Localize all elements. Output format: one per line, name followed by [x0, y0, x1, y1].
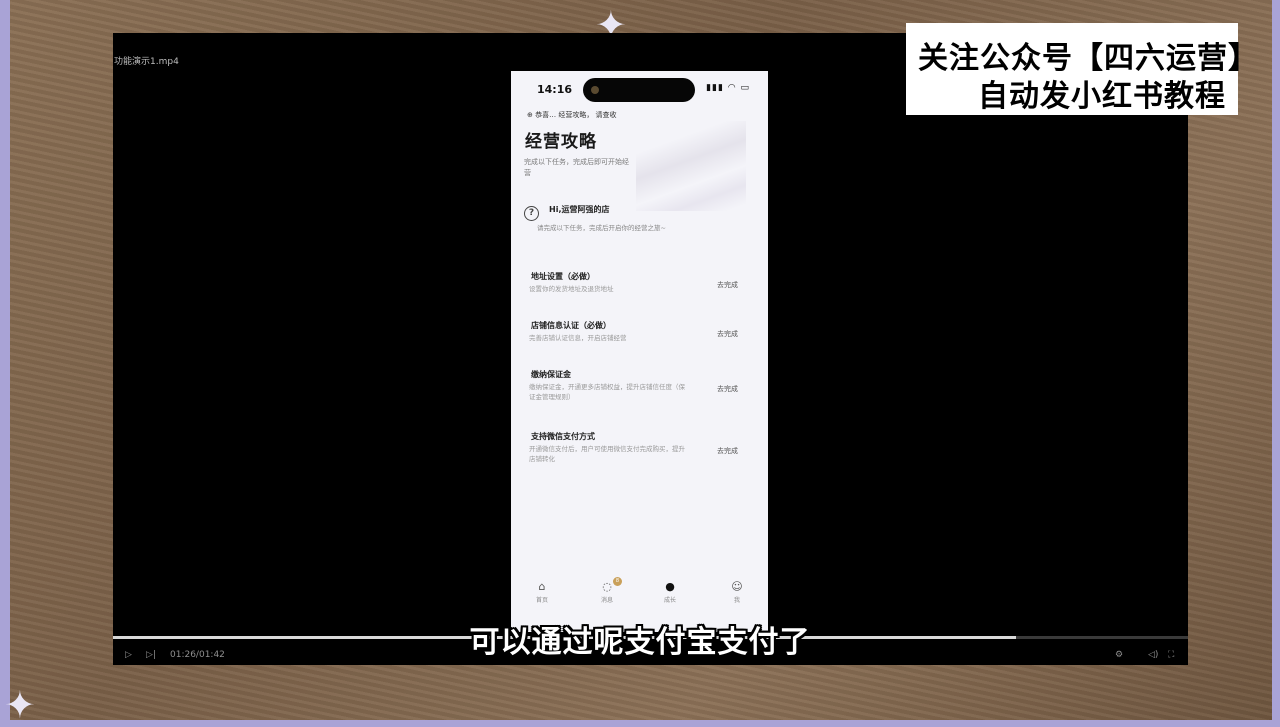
message-icon: ◌: [602, 580, 612, 593]
complete-task-link[interactable]: 去完成: [717, 329, 738, 339]
signal-wifi-battery-icon: ▮▮▮ ◠ ▭: [706, 83, 750, 93]
tab-label: 消息: [600, 597, 613, 604]
task-item: 地址设置（必做） 设置你的发货地址及退货地址 去完成: [511, 271, 768, 311]
island-dot: [591, 86, 599, 94]
title-line-2: 自动发小红书教程: [978, 79, 1226, 114]
task-description: 设置你的发货地址及退货地址: [529, 285, 614, 293]
greeting-title: Hi,运营阿强的店: [549, 205, 610, 214]
phone-screen: 14:16 ▮▮▮ ◠ ▭ ⊕ 恭喜… 经营攻略， 请查收 经营攻略 完成以下任…: [511, 71, 768, 632]
dynamic-island: [583, 78, 695, 102]
complete-task-link[interactable]: 去完成: [717, 446, 738, 456]
status-time: 14:16: [537, 83, 573, 96]
tab-label: 我: [733, 597, 740, 604]
greeting-subtitle: 请完成以下任务，完成后开启你的经营之旅~: [537, 224, 666, 232]
complete-task-link[interactable]: 去完成: [717, 384, 738, 394]
home-icon: ⌂: [538, 580, 546, 593]
page-title: 经营攻略: [525, 132, 597, 152]
tab-label: 成长: [663, 597, 676, 604]
task-item: 店铺信息认证（必做） 完善店铺认证信息，开启店铺经营 去完成: [511, 320, 768, 360]
bottom-tab-bar: ⌂ 首页 ◌ 8 消息 ● 成长 ☺ 我: [511, 576, 768, 616]
channel-title-box: 关注公众号【四六运营】 自动发小红书教程: [906, 23, 1258, 115]
complete-task-link[interactable]: 去完成: [717, 280, 738, 290]
task-description: 完善店铺认证信息，开启店铺经营: [529, 334, 627, 342]
task-description: 开通微信支付后，用户可使用微信支付完成购买，提升店铺转化: [529, 445, 685, 463]
decorative-graphic: [636, 121, 746, 211]
tab-label: 首页: [535, 597, 548, 604]
task-title: 缴纳保证金: [531, 370, 571, 379]
task-item: 支持微信支付方式 开通微信支付后，用户可使用微信支付完成购买，提升店铺转化 去完…: [511, 431, 768, 481]
task-item: 缴纳保证金 缴纳保证金，开通更多店铺权益，提升店铺信任度（保证金管理规则） 去完…: [511, 369, 768, 419]
tab-home[interactable]: ⌂ 首页: [522, 576, 562, 605]
question-icon[interactable]: ?: [524, 206, 539, 221]
task-title: 支持微信支付方式: [531, 432, 595, 441]
file-name: 功能演示1.mp4: [114, 57, 179, 67]
status-bar: 14:16 ▮▮▮ ◠ ▭: [511, 71, 768, 107]
video-subtitle: 可以通过呢支付宝支付了: [469, 625, 811, 660]
star-decoration: ✦: [4, 683, 36, 727]
message-badge: 8: [613, 577, 622, 586]
profile-icon: ☺: [731, 580, 743, 593]
task-title: 店铺信息认证（必做）: [531, 321, 611, 330]
tab-growth[interactable]: ● 成长: [650, 576, 690, 605]
task-description: 缴纳保证金，开通更多店铺权益，提升店铺信任度（保证金管理规则）: [529, 383, 685, 401]
task-title: 地址设置（必做）: [531, 272, 595, 281]
growth-icon: ●: [665, 580, 675, 593]
tab-profile[interactable]: ☺ 我: [717, 576, 757, 605]
page-description: 完成以下任务，完成后即可开始经营: [524, 158, 629, 177]
notice-banner[interactable]: ⊕ 恭喜… 经营攻略， 请查收: [527, 110, 757, 120]
tab-message[interactable]: ◌ 8 消息: [587, 576, 627, 604]
